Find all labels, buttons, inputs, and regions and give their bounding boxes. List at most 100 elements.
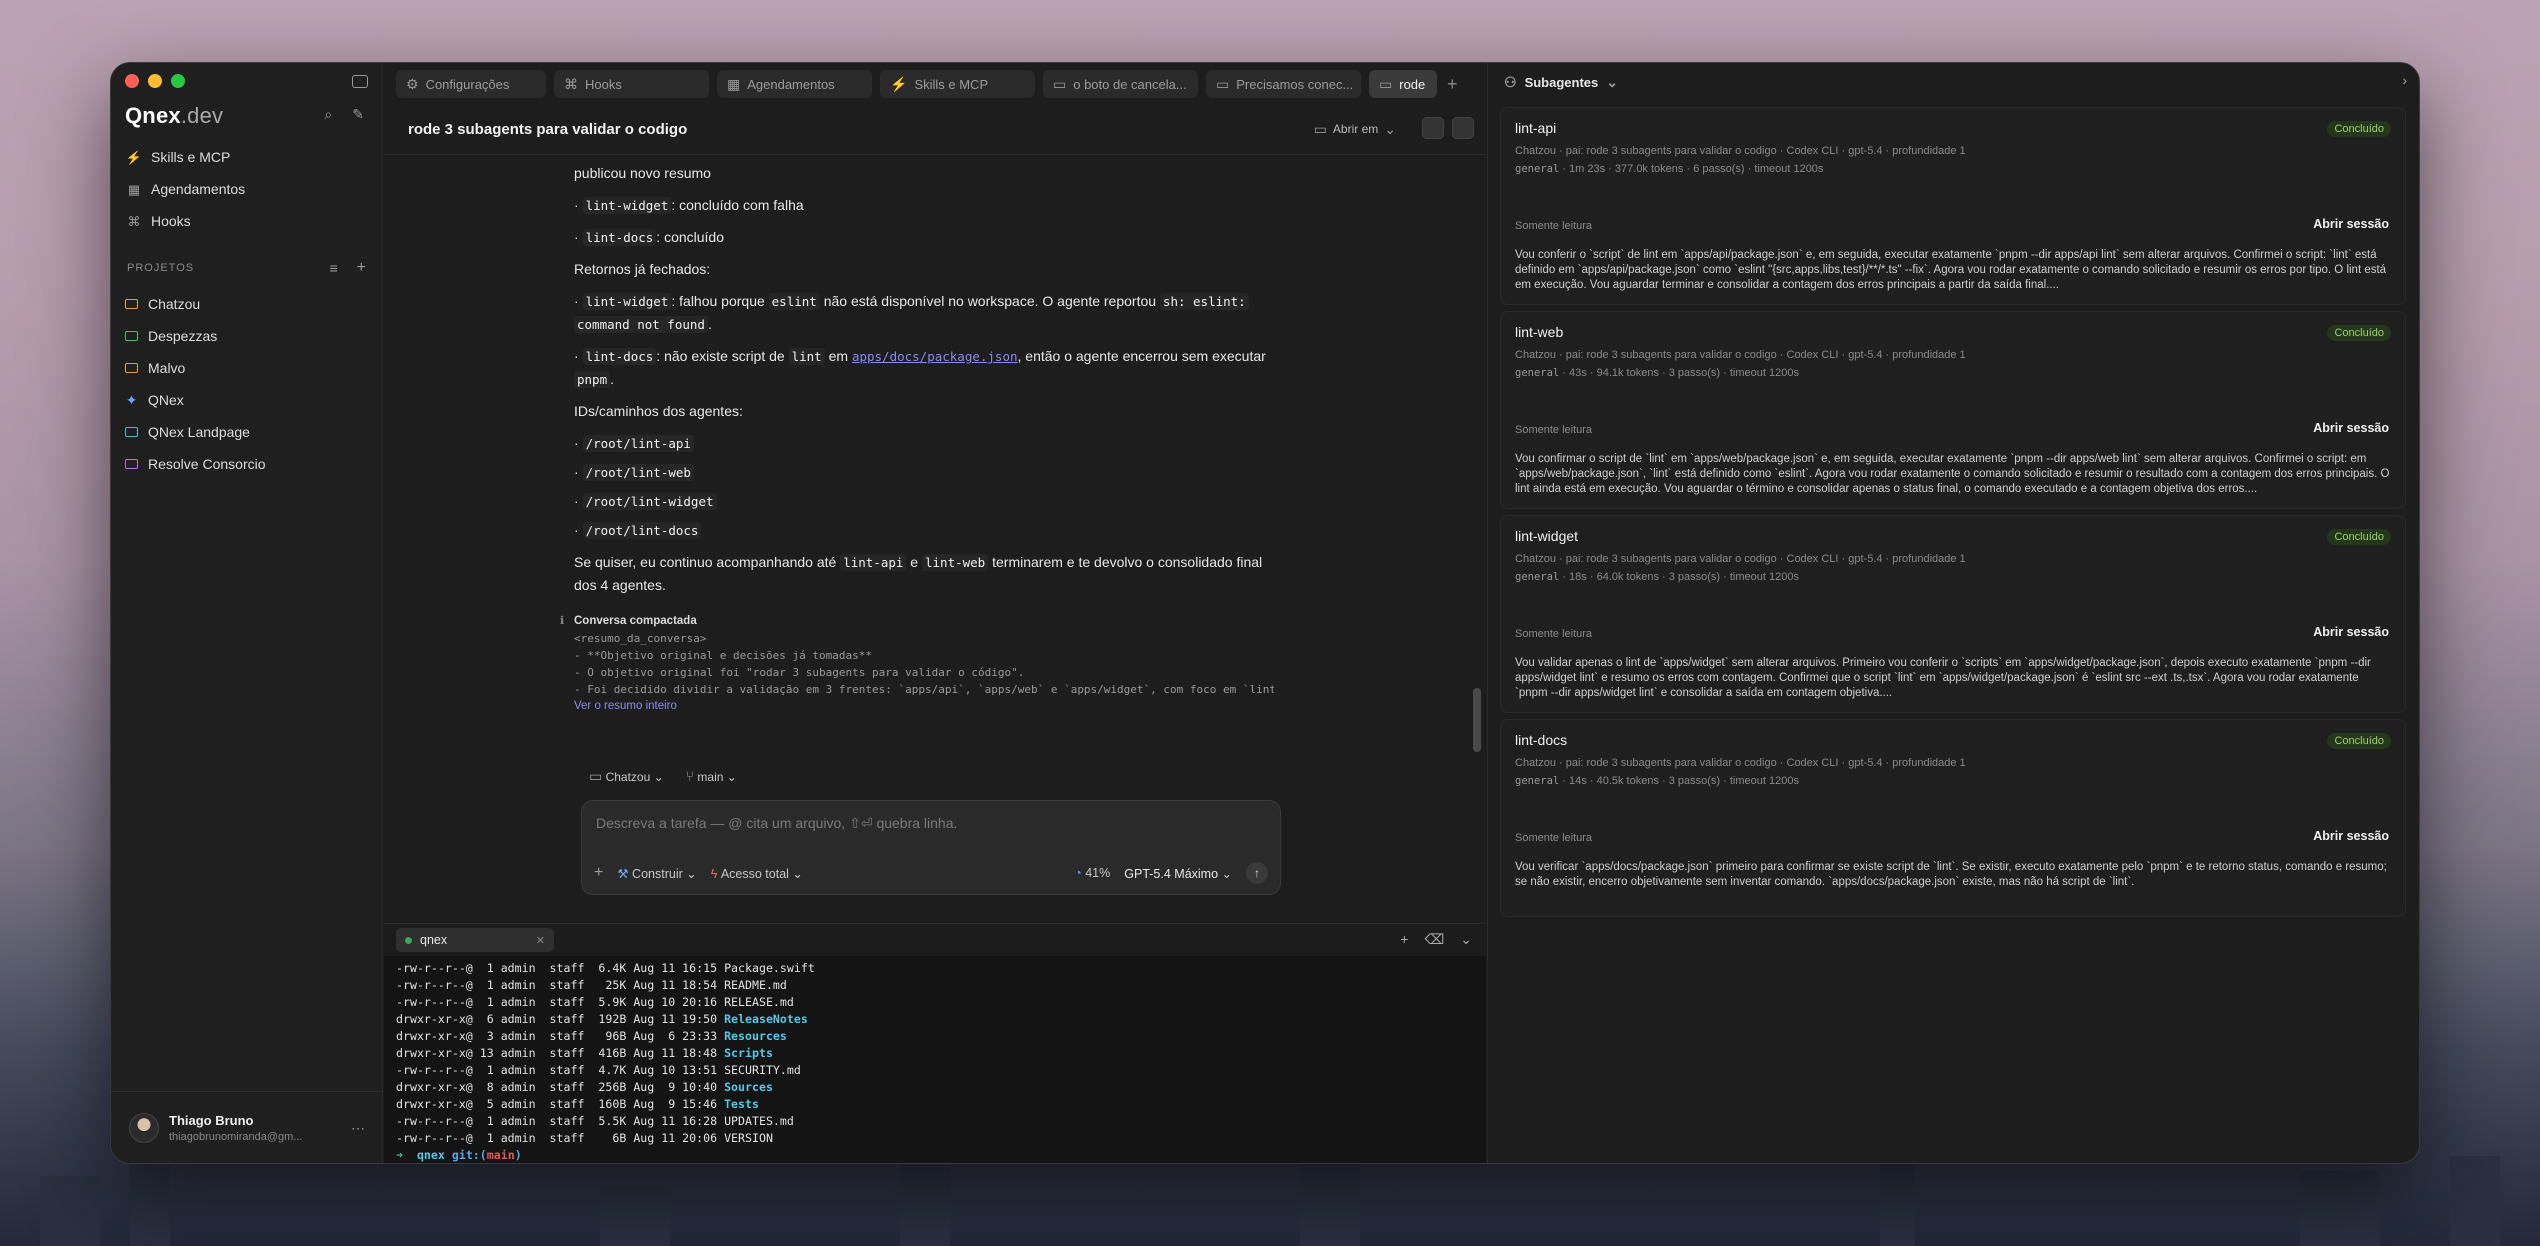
subagent-card-lint-web: lint-web Concluído Chatzou · pai: rode 3 s…: [1500, 311, 2406, 509]
chevron-right-icon[interactable]: ›: [2402, 72, 2407, 88]
user-email: thiagobrunomiranda@gm...: [169, 1130, 303, 1143]
subagent-name: lint-widget: [1515, 528, 1579, 544]
status-badge: Concluído: [2327, 529, 2391, 545]
list-item: · /root/lint-docs: [574, 519, 1274, 542]
terminal-line: drwxr-xr-x@ 5 admin staff 160B Aug 9 15:…: [396, 1097, 759, 1111]
tab-configuracoes[interactable]: ⚙ Configurações: [396, 70, 546, 98]
user-profile[interactable]: Thiago Bruno thiagobrunomiranda@gm... ⋯: [111, 1091, 383, 1163]
gear-icon: ⚙: [406, 76, 419, 92]
hook-icon: ⌘: [127, 213, 141, 229]
sidebar-item-skills[interactable]: ⚡ Skills e MCP: [125, 141, 369, 173]
plug-icon: ⚡: [890, 76, 908, 92]
sidebar: Qnex.dev ⌕ ✎ ⚡ Skills e MCP ▦ Agendamentos…: [111, 63, 383, 1163]
project-chip[interactable]: ▭ Chatzou ⌄: [589, 769, 664, 784]
project-item-qnex[interactable]: ✦ QNex: [125, 384, 369, 416]
branch-chip[interactable]: ⑂ main ⌄: [686, 769, 737, 784]
tab-chat-precisamos[interactable]: ▭ Precisamos conec...: [1206, 70, 1361, 98]
project-item-qnex-landpage[interactable]: QNex Landpage: [125, 416, 369, 448]
more-options-icon[interactable]: ⋯: [351, 1121, 365, 1135]
project-item-chatzou[interactable]: Chatzou: [125, 288, 369, 320]
open-in-button[interactable]: ▭ Abrir em ⌄: [1314, 122, 1396, 136]
clear-terminal-icon[interactable]: ⌫: [1424, 931, 1444, 948]
terminal-line: -rw-r--r--@ 1 admin staff 5.9K Aug 10 20…: [396, 995, 794, 1009]
message-text: publicou novo resumo: [574, 165, 711, 181]
minimize-window-button[interactable]: [148, 74, 162, 88]
close-window-button[interactable]: [125, 74, 139, 88]
composer: + ⚒ Construir ⌄ ϟ Acesso total ⌄ ◔ 41% G…: [581, 800, 1281, 895]
project-item-despezzas[interactable]: Despezzas: [125, 320, 369, 352]
tab-chat-boto[interactable]: ▭ o boto de cancela...: [1043, 70, 1198, 98]
subagent-meta: Chatzou · pai: rode 3 subagents para val…: [1515, 757, 1966, 769]
filter-icon[interactable]: ≡: [329, 261, 338, 275]
status-dot: [405, 936, 412, 944]
info-icon: ℹ: [560, 615, 565, 627]
terminal-line: -rw-r--r--@ 1 admin staff 25K Aug 11 18:…: [396, 978, 787, 992]
open-session-button[interactable]: Abrir sessão: [2311, 212, 2391, 236]
mode-selector[interactable]: ⚒ Construir ⌄: [617, 866, 696, 881]
subagent-name: lint-api: [1515, 120, 1557, 136]
folder-icon: [125, 299, 138, 309]
hammer-icon: ⚒: [617, 866, 629, 881]
add-project-icon[interactable]: +: [357, 260, 367, 276]
chat-title: rode 3 subagents para validar o codigo: [408, 121, 688, 138]
model-selector[interactable]: GPT-5.4 Máximo ⌄: [1124, 866, 1232, 881]
list-item: · lint-docs: concluído: [574, 229, 725, 246]
add-terminal-icon[interactable]: +: [1400, 931, 1408, 948]
message-thread: publicou novo resumo · lint-widget: conc…: [574, 162, 1274, 606]
sidebar-item-hooks[interactable]: ⌘ Hooks: [125, 205, 369, 237]
chevron-down-icon[interactable]: ⌄: [1460, 931, 1472, 948]
access-selector[interactable]: ϟ Acesso total ⌄: [711, 866, 803, 881]
subagent-description: Vou confirmar o script de `lint` em `app…: [1515, 453, 2390, 495]
hook-icon: ⌘: [564, 76, 578, 92]
chat-header: rode 3 subagents para validar o codigo ▭…: [384, 105, 1486, 155]
sidebar-item-agendamentos[interactable]: ▦ Agendamentos: [125, 173, 369, 205]
calendar-icon: ▦: [127, 181, 141, 197]
open-session-button[interactable]: Abrir sessão: [2311, 620, 2391, 644]
subagent-stats: general · 43s · 94.1k tokens · 3 passo(s…: [1515, 367, 1799, 379]
projects-header: PROJETOS ≡ +: [127, 259, 367, 276]
tab-hooks[interactable]: ⌘ Hooks: [554, 70, 709, 98]
subagents-header[interactable]: ⚇ Subagentes ⌄: [1488, 63, 2419, 101]
terminal-line: -rw-r--r--@ 1 admin staff 4.7K Aug 10 13…: [396, 1063, 801, 1077]
list-item: · /root/lint-web: [574, 461, 1274, 484]
terminal-tab[interactable]: qnex ✕: [396, 928, 554, 952]
view-full-summary-link[interactable]: Ver o resumo inteiro: [574, 698, 1274, 715]
open-session-button[interactable]: Abrir sessão: [2311, 416, 2391, 440]
open-session-button[interactable]: Abrir sessão: [2311, 824, 2391, 848]
message-text: Se quiser, eu continuo acompanhando até …: [574, 554, 1263, 593]
folder-icon: [125, 459, 138, 469]
close-icon[interactable]: ✕: [536, 934, 545, 947]
chevron-down-icon: ⌄: [1384, 121, 1396, 137]
toggle-sidebar-icon[interactable]: [352, 75, 368, 88]
zoom-window-button[interactable]: [171, 74, 185, 88]
file-link[interactable]: apps/docs/package.json: [852, 349, 1018, 364]
tab-chat-rode[interactable]: ▭ rode: [1369, 70, 1437, 98]
status-badge: Concluído: [2327, 733, 2391, 749]
task-input[interactable]: [596, 815, 1256, 831]
new-tab-button[interactable]: +: [1447, 74, 1458, 95]
window-controls: [125, 74, 185, 88]
terminal-line: -rw-r--r--@ 1 admin staff 6B Aug 11 20:0…: [396, 1131, 773, 1145]
toggle-terminal-icon[interactable]: [1422, 117, 1444, 139]
new-chat-icon[interactable]: ✎: [352, 107, 364, 121]
read-only-label: Somente leitura: [1515, 832, 1593, 844]
subagent-stats: general · 18s · 64.0k tokens · 3 passo(s…: [1515, 571, 1799, 583]
progress-ring-icon: ◔: [1074, 866, 1082, 880]
terminal-line: drwxr-xr-x@ 3 admin staff 96B Aug 6 23:3…: [396, 1029, 787, 1043]
terminal-output[interactable]: -rw-r--r--@ 1 admin staff 6.4K Aug 11 16…: [384, 956, 1486, 1163]
context-usage: ◔ 41%: [1074, 866, 1111, 880]
toggle-panel-icon[interactable]: [1452, 117, 1474, 139]
add-attachment-icon[interactable]: +: [594, 865, 603, 881]
calendar-icon: ▦: [727, 76, 741, 92]
search-icon[interactable]: ⌕: [324, 107, 332, 121]
message-text: IDs/caminhos dos agentes:: [574, 403, 743, 419]
tab-agendamentos[interactable]: ▦ Agendamentos: [717, 70, 872, 98]
project-item-resolve-consorcio[interactable]: Resolve Consorcio: [125, 448, 369, 480]
project-item-malvo[interactable]: Malvo: [125, 352, 369, 384]
list-item: · /root/lint-widget: [574, 490, 1274, 513]
chat-scrollbar[interactable]: [1473, 688, 1481, 752]
tab-skills[interactable]: ⚡ Skills e MCP: [880, 70, 1035, 98]
terminal-line: drwxr-xr-x@ 8 admin staff 256B Aug 9 10:…: [396, 1080, 773, 1094]
folder-icon: ▭: [589, 768, 603, 784]
send-button[interactable]: ↑: [1246, 862, 1268, 884]
